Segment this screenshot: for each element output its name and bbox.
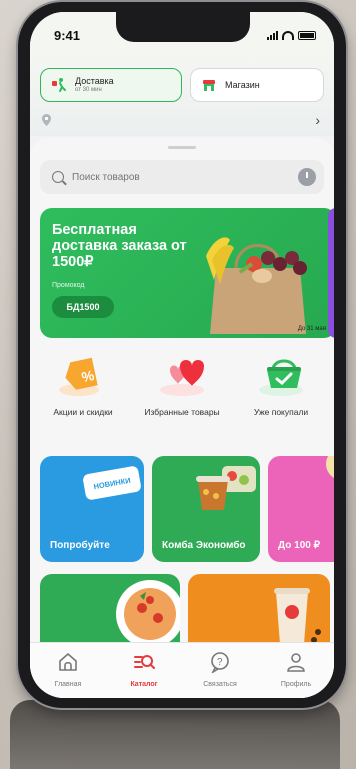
phone-frame: 9:41 Доставка от 30 мин Магазин › Поиск …	[18, 2, 346, 708]
promo-banner[interactable]: Бесплатная доставка заказа от 1500₽ Пром…	[40, 208, 334, 338]
store-mode-button[interactable]: Магазин	[190, 68, 324, 102]
tile-coffee[interactable]	[188, 574, 330, 646]
delivery-mode-title: Доставка	[75, 75, 114, 86]
category-favorites-label: Избранные товары	[144, 407, 220, 417]
category-sales[interactable]: % Акции и скидки	[38, 352, 128, 418]
promo-date: До 31 мая	[297, 326, 326, 332]
store-icon	[201, 77, 217, 93]
status-time: 9:41	[54, 28, 81, 43]
sheet-grabber[interactable]	[168, 146, 196, 149]
catalog-icon	[134, 655, 155, 669]
courier-icon	[51, 77, 67, 93]
search-bar[interactable]	[40, 160, 324, 194]
percent-tag-icon: %	[59, 357, 99, 396]
tab-contact-label: Связаться	[203, 681, 237, 688]
tab-profile-label: Профиль	[280, 681, 312, 688]
delivery-mode-subtitle: от 30 мин	[75, 86, 102, 93]
category-purchased-label: Уже покупали	[253, 407, 309, 417]
tile-combo[interactable]: Комба Экономбо	[152, 456, 260, 562]
promo-title: Бесплатная доставка заказа от 1500₽	[52, 222, 187, 271]
notch	[116, 12, 250, 42]
feature-tiles: НОВИНКИ Попробуйте Комба Экономбо До 100…	[40, 456, 334, 566]
tab-contact[interactable]: ? Связаться	[185, 651, 255, 688]
signal-icon	[267, 30, 278, 40]
grocery-bag-image	[206, 237, 307, 334]
tile-combo-label: Комба Экономбо	[162, 540, 246, 551]
history-icon[interactable]	[298, 168, 316, 186]
snacks-image	[326, 456, 334, 478]
search-input[interactable]	[72, 171, 292, 183]
tile-under-100[interactable]: До 100 ₽	[268, 456, 334, 562]
svg-text:?: ?	[217, 657, 223, 668]
profile-icon	[287, 653, 305, 672]
promo-code-label: Промокод	[52, 282, 85, 289]
category-row: % Акции и скидки Избранные товары Уже по…	[30, 352, 334, 448]
battery-icon	[298, 30, 316, 40]
status-bar: 9:41	[30, 12, 334, 56]
catalog-sheet: Бесплатная доставка заказа от 1500₽ Пром…	[30, 138, 334, 698]
address-row[interactable]: ›	[42, 112, 322, 130]
basket-icon	[259, 359, 303, 396]
coffee-cup-image	[274, 588, 321, 644]
tile-try[interactable]: НОВИНКИ Попробуйте	[40, 456, 144, 562]
home-icon	[59, 653, 77, 671]
combo-food-image	[196, 466, 256, 510]
next-promo-banner[interactable]	[328, 208, 334, 338]
hearts-icon	[160, 360, 204, 396]
wifi-icon	[282, 30, 294, 40]
tile-try-label: Попробуйте	[50, 540, 110, 551]
app-screen: 9:41 Доставка от 30 мин Магазин › Поиск …	[30, 12, 334, 698]
tile-pasta[interactable]	[40, 574, 180, 646]
category-purchased[interactable]: Уже покупали	[236, 352, 326, 418]
tab-profile[interactable]: Профиль	[261, 651, 331, 688]
store-mode-title: Магазин	[225, 80, 260, 90]
bottom-tab-bar: Главная Каталог ? Связаться Профиль	[30, 642, 334, 698]
location-pin-icon	[42, 114, 51, 126]
phone-shadow	[10, 700, 340, 769]
category-favorites[interactable]: Избранные товары	[137, 352, 227, 418]
tab-home-label: Главная	[54, 681, 82, 688]
promo-code-button[interactable]: БД1500	[52, 296, 114, 318]
feature-tiles-second-row	[40, 574, 334, 648]
category-sales-label: Акции и скидки	[53, 407, 113, 417]
new-badge: НОВИНКИ	[82, 465, 142, 501]
tile-under-100-label: До 100 ₽	[278, 540, 320, 551]
tab-catalog-label: Каталог	[130, 681, 158, 688]
chevron-right-icon: ›	[315, 112, 320, 128]
help-icon: ?	[211, 652, 229, 675]
tab-home[interactable]: Главная	[33, 651, 103, 688]
search-icon	[52, 171, 64, 183]
delivery-panel: Доставка от 30 мин Магазин ›	[30, 56, 334, 136]
tab-catalog[interactable]: Каталог	[109, 651, 179, 688]
status-icons	[267, 30, 316, 40]
delivery-mode-button[interactable]: Доставка от 30 мин	[40, 68, 182, 102]
pasta-image	[116, 580, 180, 646]
